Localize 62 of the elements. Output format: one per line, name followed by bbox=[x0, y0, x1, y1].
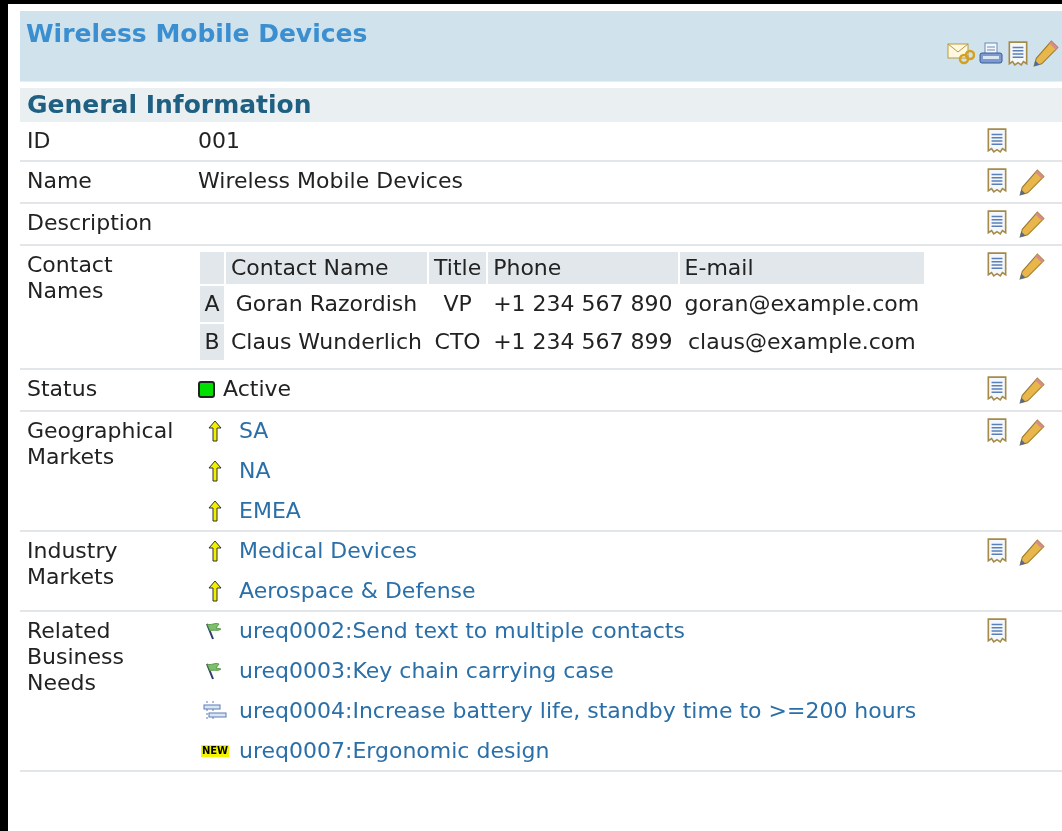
item-link[interactable]: EMEA bbox=[239, 498, 301, 524]
item-link[interactable]: SA bbox=[239, 418, 269, 444]
table-cell-text: +1 234 567 890 bbox=[492, 290, 674, 318]
table-cell-text: CTO bbox=[433, 328, 482, 356]
notes-icon[interactable] bbox=[1007, 41, 1029, 67]
notes-icon[interactable] bbox=[986, 128, 1008, 154]
column-header: Title bbox=[429, 252, 487, 284]
row-key: B bbox=[200, 324, 224, 360]
field-value: Wireless Mobile Devices bbox=[198, 168, 463, 193]
page-title: Wireless Mobile Devices bbox=[26, 18, 368, 50]
status-text: Active bbox=[223, 376, 292, 402]
table-cell-text: goran@example.com bbox=[683, 290, 921, 318]
pencil-icon[interactable] bbox=[1018, 252, 1046, 280]
tree-icon bbox=[203, 700, 227, 722]
notes-icon[interactable] bbox=[986, 418, 1008, 444]
notes-icon[interactable] bbox=[986, 210, 1008, 236]
up-arrow-icon bbox=[208, 420, 222, 442]
up-arrow-icon bbox=[208, 460, 222, 482]
up-arrow-icon bbox=[208, 580, 222, 602]
notes-icon[interactable] bbox=[986, 538, 1008, 564]
notes-icon[interactable] bbox=[986, 376, 1008, 402]
item-link[interactable]: ureq0007:Ergonomic design bbox=[239, 738, 550, 764]
field-label: Geographical Markets bbox=[27, 418, 175, 470]
notes-icon[interactable] bbox=[986, 252, 1008, 278]
column-header: E-mail bbox=[679, 252, 925, 284]
section-header: General Information bbox=[20, 88, 1062, 122]
item-link[interactable]: ureq0002:Send text to multiple contacts bbox=[239, 618, 685, 644]
item-link[interactable]: ureq0003:Key chain carrying case bbox=[239, 658, 614, 684]
field-label: Industry Markets bbox=[27, 538, 119, 590]
field-label: Contact Names bbox=[27, 252, 114, 304]
pencil-icon[interactable] bbox=[1018, 210, 1046, 238]
pencil-icon[interactable] bbox=[1018, 418, 1046, 446]
up-arrow-icon bbox=[208, 540, 222, 562]
up-arrow-icon bbox=[208, 500, 222, 522]
field-label: Related Business Needs bbox=[27, 618, 125, 696]
mail-link-icon[interactable] bbox=[947, 41, 975, 67]
row-key: A bbox=[200, 286, 224, 322]
table-cell-text: +1 234 567 899 bbox=[492, 328, 674, 356]
pencil-icon[interactable] bbox=[1018, 376, 1046, 404]
item-link[interactable]: NA bbox=[239, 458, 271, 484]
item-link[interactable]: Medical Devices bbox=[239, 538, 417, 564]
field-label: ID bbox=[27, 128, 52, 154]
field-label: Description bbox=[27, 210, 154, 236]
table-cell-text: VP bbox=[442, 290, 473, 318]
field-label: Name bbox=[27, 168, 93, 194]
table-corner bbox=[200, 252, 224, 284]
field-value: 001 bbox=[198, 128, 240, 153]
printer-icon[interactable] bbox=[978, 41, 1004, 67]
field-label: Status bbox=[27, 376, 99, 402]
pencil-icon[interactable] bbox=[1018, 168, 1046, 196]
table-cell-text: Claus Wunderlich bbox=[230, 328, 424, 356]
pencil-icon[interactable] bbox=[1032, 39, 1060, 67]
table-cell-text: Goran Razordish bbox=[234, 290, 419, 318]
column-header: Contact Name bbox=[226, 252, 428, 284]
item-link[interactable]: Aerospace & Defense bbox=[239, 578, 476, 604]
item-link[interactable]: ureq0004:Increase battery life, standby time to >=200 hours bbox=[239, 698, 917, 724]
new-badge: NEW bbox=[200, 745, 230, 757]
column-header: Phone bbox=[488, 252, 678, 284]
notes-icon[interactable] bbox=[986, 618, 1008, 644]
table-cell-text: claus@example.com bbox=[686, 328, 917, 356]
notes-icon[interactable] bbox=[986, 168, 1008, 194]
pencil-icon[interactable] bbox=[1018, 538, 1046, 566]
